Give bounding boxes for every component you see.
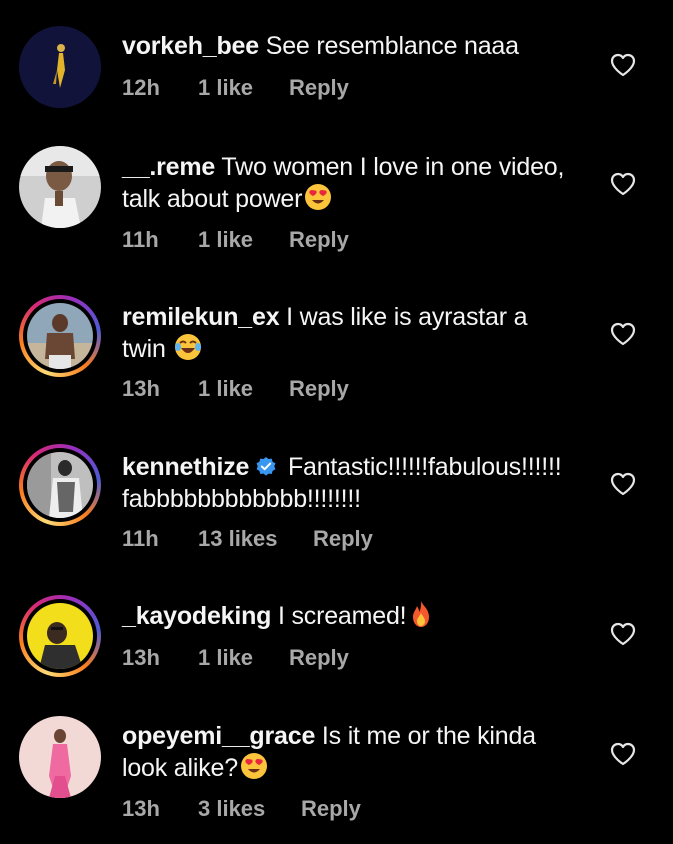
avatar-image (27, 603, 93, 669)
heart-eyes-emoji-icon (240, 753, 267, 779)
comment-username[interactable]: _kayodeking (122, 602, 271, 630)
comment-body: _kayodeking I screamed! (122, 600, 592, 632)
comment-text: I was like is ayrastar a (286, 303, 528, 331)
comment-username[interactable]: remilekun_ex (122, 303, 280, 331)
heart-outline-icon[interactable] (610, 622, 636, 646)
comment-timestamp: 12h (122, 75, 160, 100)
heart-outline-icon[interactable] (610, 742, 636, 766)
comment-meta: 11h 1 like Reply (122, 227, 349, 253)
fire-emoji-icon (413, 601, 430, 627)
comment-username[interactable]: __.reme (122, 153, 215, 181)
avatar-image (27, 452, 93, 518)
comment-text: Two women I love in one video, (221, 153, 565, 181)
avatar[interactable] (19, 146, 101, 228)
reply-button[interactable]: Reply (301, 796, 361, 822)
comment-text-line2: look alike? (122, 754, 238, 782)
comment-timestamp: 11h (122, 526, 159, 551)
heart-outline-icon[interactable] (610, 472, 636, 496)
comment-meta: 11h 13 likes Reply (122, 526, 373, 552)
comment-body: remilekun_ex I was like is ayrastar a tw… (122, 301, 592, 365)
laughing-tears-emoji-icon (175, 334, 202, 360)
comment-text-line2: fabbbbbbbbbbbb!!!!!!!! (122, 485, 361, 513)
comment-timestamp: 11h (122, 227, 159, 252)
avatar-story-ring[interactable] (19, 444, 101, 526)
comment-text-line2: talk about power (122, 185, 303, 213)
comment-meta: 13h 3 likes Reply (122, 796, 361, 822)
comment-body: kennethize Fantastic!!!!!!fabulous!!!!!!… (122, 451, 592, 515)
comment-body: vorkeh_bee See resemblance naaa (122, 30, 592, 62)
heart-outline-icon[interactable] (610, 172, 636, 196)
avatar-story-ring[interactable] (19, 295, 101, 377)
reply-button[interactable]: Reply (289, 75, 349, 101)
heart-eyes-emoji-icon (305, 184, 332, 210)
reply-button[interactable]: Reply (289, 376, 349, 402)
comment-meta: 12h 1 like Reply (122, 75, 349, 101)
comment-username[interactable]: opeyemi__grace (122, 722, 315, 750)
comment-likes-count[interactable]: 13 likes (198, 526, 313, 552)
comment-likes-count[interactable]: 3 likes (198, 796, 301, 822)
comment-timestamp: 13h (122, 376, 160, 401)
comment-likes-count[interactable]: 1 like (198, 75, 289, 101)
avatar-image (19, 146, 101, 228)
verified-badge-icon (256, 457, 276, 476)
comment-timestamp: 13h (122, 796, 160, 821)
comment-body: __.reme Two women I love in one video, t… (122, 151, 592, 215)
heart-outline-icon[interactable] (610, 322, 636, 346)
comment-username[interactable]: vorkeh_bee (122, 32, 259, 60)
comment-body: opeyemi__grace Is it me or the kinda loo… (122, 720, 592, 784)
comment-timestamp: 13h (122, 645, 160, 670)
comment-text: I screamed! (278, 602, 407, 630)
comment-text-line2: twin (122, 335, 166, 363)
reply-button[interactable]: Reply (313, 526, 373, 552)
comment-meta: 13h 1 like Reply (122, 645, 349, 671)
avatar-story-ring[interactable] (19, 595, 101, 677)
comment-text: Fantastic!!!!!!fabulous!!!!!! (287, 453, 562, 481)
comment-likes-count[interactable]: 1 like (198, 645, 289, 671)
avatar-image (27, 303, 93, 369)
avatar[interactable] (19, 716, 101, 798)
comment-text: See resemblance naaa (265, 32, 519, 60)
reply-button[interactable]: Reply (289, 645, 349, 671)
avatar-image (19, 26, 101, 108)
heart-outline-icon[interactable] (610, 53, 636, 77)
comment-text: Is it me or the kinda (321, 722, 536, 750)
comment-likes-count[interactable]: 1 like (198, 376, 289, 402)
avatar[interactable] (19, 26, 101, 108)
reply-button[interactable]: Reply (289, 227, 349, 253)
comment-likes-count[interactable]: 1 like (198, 227, 289, 253)
comment-meta: 13h 1 like Reply (122, 376, 349, 402)
avatar-image (19, 716, 101, 798)
comment-username[interactable]: kennethize (122, 453, 249, 481)
